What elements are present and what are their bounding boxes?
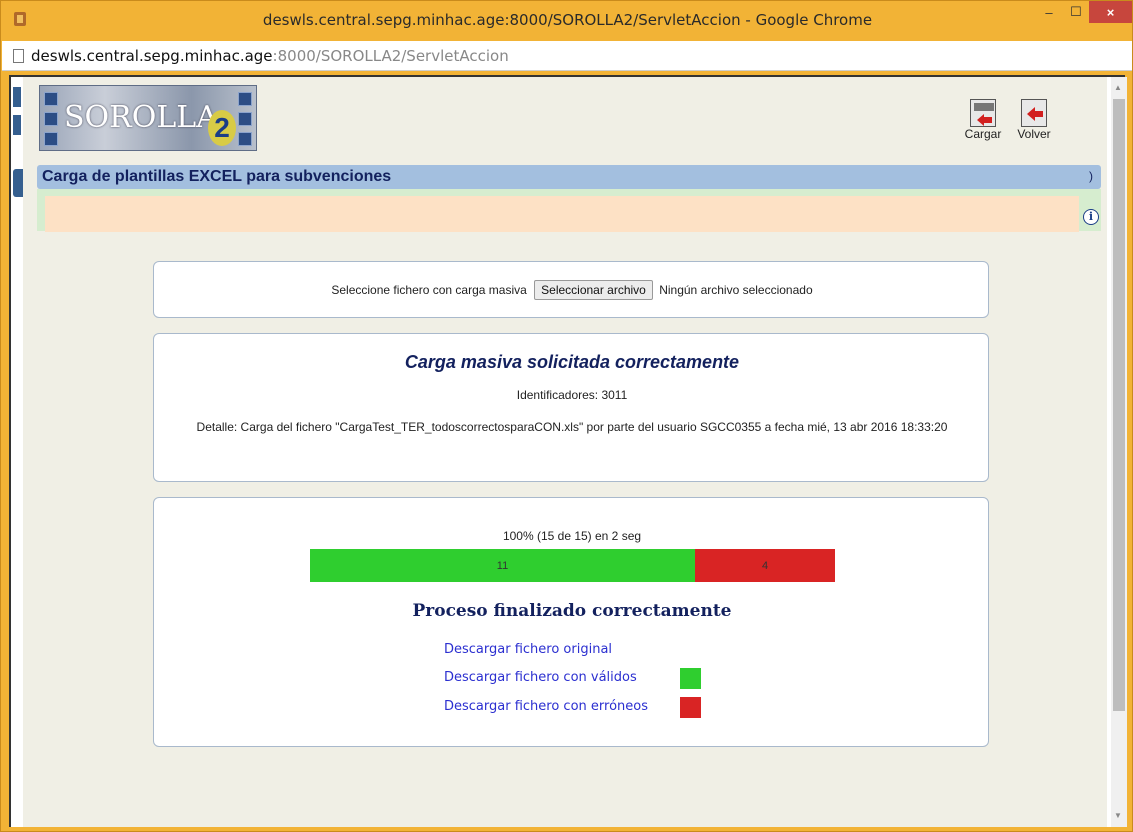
volver-button[interactable]: Volver [1011,99,1057,141]
page-header-bar: Carga de plantillas EXCEL para subvencio… [37,165,1101,189]
progress-valid-segment: 11 [310,549,695,582]
sorolla-logo: SOROLLA 2 [39,85,257,151]
logo-square [44,92,58,106]
url-text[interactable]: deswls.central.sepg.minhac.age:8000/SORO… [31,47,509,65]
info-icon[interactable]: i [1083,209,1099,225]
select-file-button[interactable]: Seleccionar archivo [534,280,653,300]
maximize-button[interactable]: ☐ [1063,1,1089,23]
cargar-label: Cargar [964,127,1002,141]
download-original-link[interactable]: Descargar fichero original [444,642,612,657]
logo-square [44,132,58,146]
scroll-down-arrow-icon[interactable]: ▼ [1114,811,1122,820]
error-color-swatch [680,697,701,718]
logo-square [238,112,252,126]
page-title: Carga de plantillas EXCEL para subvencio… [42,168,392,185]
url-host: deswls.central.sepg.minhac.age [31,47,273,65]
page-icon [13,49,24,63]
cargar-button[interactable]: Cargar [960,99,1006,141]
download-valid-link[interactable]: Descargar fichero con válidos [444,670,637,685]
result-detail: Detalle: Carga del fichero "CargaTest_TE… [196,420,948,434]
result-identifiers: Identificadores: 3011 [516,388,628,402]
result-title: Carga masiva solicitada correctamente [404,352,740,372]
scrollbar-thumb[interactable] [1113,99,1125,711]
logo-square [44,112,58,126]
vertical-scrollbar[interactable]: ▲ ▼ [1111,77,1127,827]
progress-error-segment: 4 [695,549,835,582]
address-bar[interactable]: deswls.central.sepg.minhac.age:8000/SORO… [2,41,1132,71]
page-content: SOROLLA 2 Cargar Volver Carga de plantil… [23,77,1107,827]
back-arrow-icon [1021,99,1047,127]
download-errors-link[interactable]: Descargar fichero con erróneos [444,699,648,714]
progress-bar: 11 4 [310,549,835,582]
process-panel: 100% (15 de 15) en 2 seg 11 4 Proceso fi… [153,497,989,747]
volver-label: Volver [1017,127,1051,141]
progress-text: 100% (15 de 15) en 2 seg [502,529,642,543]
logo-text: SOROLLA [64,100,218,135]
logo-square [238,92,252,106]
result-message-panel: Carga masiva solicitada correctamente Id… [153,333,989,482]
file-select-row: Seleccione fichero con carga masiva Sele… [154,280,990,300]
logo-number: 2 [208,110,236,146]
window-title: deswls.central.sepg.minhac.age:8000/SORO… [262,11,873,29]
valid-color-swatch [680,668,701,689]
scroll-up-arrow-icon[interactable]: ▲ [1114,83,1122,92]
minimize-button[interactable]: – [1035,1,1063,23]
left-frame-tab [13,169,23,197]
header-mark: ) [1089,169,1093,183]
title-bar[interactable]: deswls.central.sepg.minhac.age:8000/SORO… [1,1,1133,41]
logo-square [238,132,252,146]
close-button[interactable]: × [1089,1,1132,23]
left-frame-strip [13,115,21,135]
page-viewport: SOROLLA 2 Cargar Volver Carga de plantil… [9,75,1127,827]
process-status-title: Proceso finalizado correctamente [412,601,732,621]
file-select-panel: Seleccione fichero con carga masiva Sele… [153,261,989,318]
browser-window: deswls.central.sepg.minhac.age:8000/SORO… [0,0,1133,832]
upload-icon [970,99,996,127]
notice-panel [45,196,1079,232]
file-status: Ningún archivo seleccionado [659,283,813,297]
file-select-label: Seleccione fichero con carga masiva [331,283,527,297]
left-frame-strip [13,87,21,107]
url-path: :8000/SOROLLA2/ServletAccion [272,47,509,65]
